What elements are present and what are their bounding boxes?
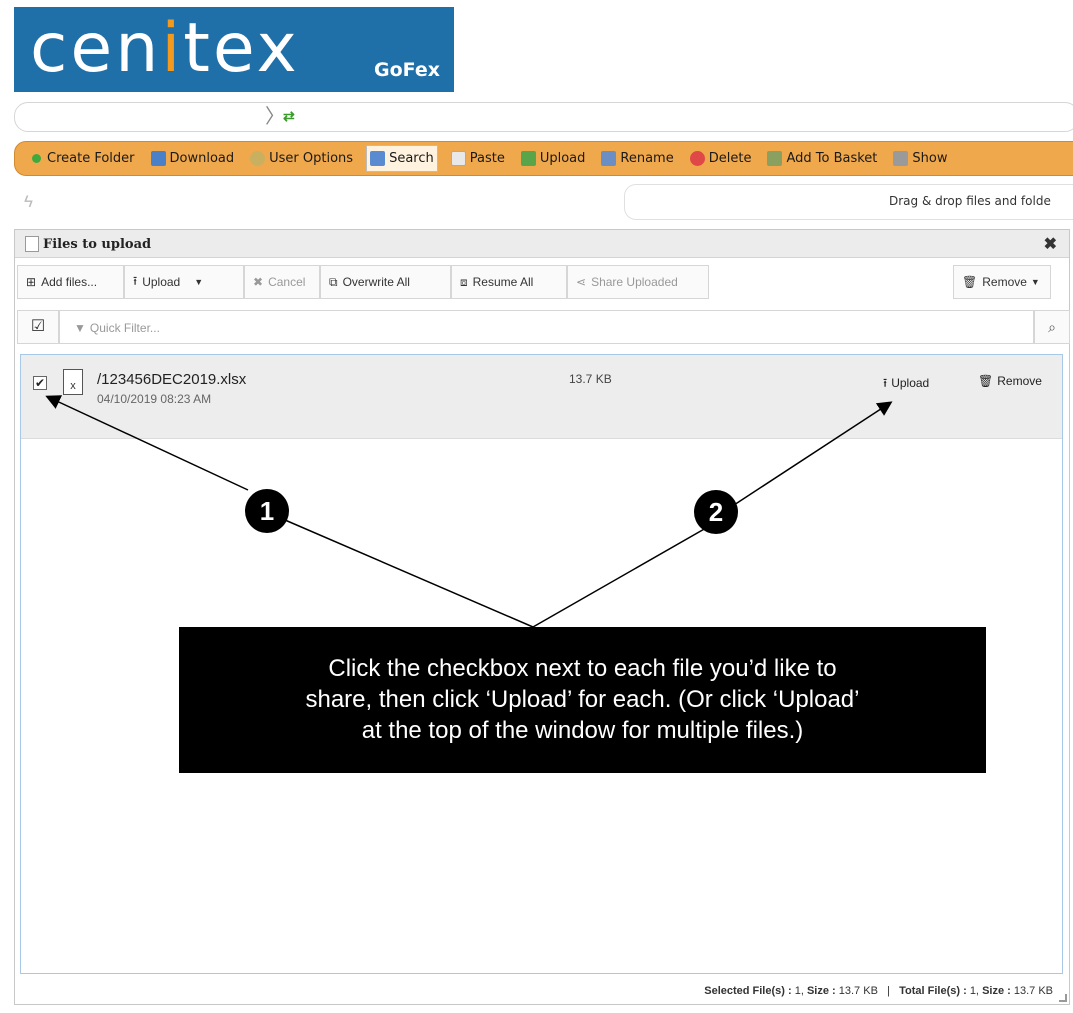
create-folder-icon <box>32 154 41 163</box>
user-options-button[interactable]: User Options <box>247 145 356 172</box>
download-button[interactable]: Download <box>148 145 238 172</box>
show-button[interactable]: Show <box>890 145 950 172</box>
drop-zone[interactable]: Drag & drop files and folde <box>624 184 1073 220</box>
show-icon <box>893 151 909 166</box>
upload-toolbar-button[interactable]: Upload <box>518 145 589 172</box>
share-uploaded-button[interactable]: ⋖ Share Uploaded <box>567 265 709 299</box>
paste-icon <box>450 151 466 166</box>
callout-line: Click the checkbox next to each file you… <box>328 655 837 682</box>
x-icon: ✖ <box>253 275 264 289</box>
search-icon <box>370 151 386 166</box>
callout-line: at the top of the window for multiple fi… <box>361 717 804 744</box>
plus-box-icon: ⊞ <box>26 275 37 289</box>
chevron-down-icon[interactable]: ▼ <box>194 277 203 287</box>
files-to-upload-dialog: Files to upload ✖ ⊞ Add files... ⭱ Upload ▼… <box>14 229 1070 1005</box>
select-all-checkbox[interactable]: ☑ <box>17 310 59 344</box>
cenitex-logo: cenitex GoFex <box>14 7 454 92</box>
upload-arrow-icon: ⭱ <box>883 376 888 390</box>
resume-icon: ⧈ <box>460 274 468 289</box>
file-name: /123456DEC2019.xlsx <box>97 371 247 388</box>
instruction-callout: Click the checkbox next to each file you… <box>179 627 986 773</box>
logo-subtitle: GoFex <box>374 59 440 81</box>
file-upload-button[interactable]: ⭱ Upload <box>883 374 929 395</box>
overwrite-icon: ⧉ <box>329 274 338 289</box>
download-icon <box>150 151 166 166</box>
add-files-button[interactable]: ⊞ Add files... <box>17 265 124 299</box>
overwrite-all-button[interactable]: ⧉ Overwrite All <box>320 265 451 299</box>
user-options-icon <box>250 151 266 166</box>
add-to-basket-button[interactable]: Add To Basket <box>764 145 880 172</box>
filter-icon: ▼ <box>74 321 86 335</box>
upload-arrow-icon: ⭱ <box>133 273 138 288</box>
trash-icon: 🗑 <box>962 275 978 289</box>
search-icon[interactable]: ⌕ <box>1034 310 1070 344</box>
quick-filter-input[interactable]: ▼ Quick Filter... <box>59 310 1034 344</box>
delete-icon <box>689 151 705 166</box>
basket-icon <box>767 151 783 166</box>
dialog-header: Files to upload ✖ <box>15 230 1069 258</box>
logo-wordmark: cenitex <box>30 9 300 88</box>
callout-line: share, then click ‘Upload’ for each. (Or… <box>305 686 860 713</box>
upload-icon <box>520 151 536 166</box>
trash-icon: 🗑 <box>978 374 994 388</box>
file-row[interactable]: ✔ x /123456DEC2019.xlsx 04/10/2019 08:23… <box>21 355 1062 439</box>
create-folder-button[interactable]: Create Folder <box>29 145 138 172</box>
path-bar[interactable]: 〉 ⇄ <box>14 102 1073 132</box>
paste-button[interactable]: Paste <box>448 145 508 172</box>
upload-all-button[interactable]: ⭱ Upload ▼ <box>124 265 244 299</box>
close-icon[interactable]: ✖ <box>1044 234 1057 254</box>
file-checkbox[interactable]: ✔ <box>33 376 47 390</box>
chevron-down-icon: ▼ <box>1030 277 1040 287</box>
rename-icon <box>601 151 617 166</box>
action-row: ϟ Drag & drop files and folde <box>14 182 1073 222</box>
file-size: 13.7 KB <box>569 372 612 386</box>
resume-all-button[interactable]: ⧈ Resume All <box>451 265 567 299</box>
file-date: 04/10/2019 08:23 AM <box>97 392 212 406</box>
delete-button[interactable]: Delete <box>687 145 755 172</box>
main-toolbar: Create Folder Download User Options Sear… <box>14 141 1073 176</box>
share-icon: ⋖ <box>576 275 587 289</box>
cancel-button[interactable]: ✖ Cancel <box>244 265 320 299</box>
file-icon <box>25 236 39 252</box>
breadcrumb-separator-icon: 〉 <box>265 106 285 128</box>
excel-file-icon: x <box>63 369 83 395</box>
filter-bar: ☑ ▼ Quick Filter... ⌕ <box>15 308 1071 346</box>
rename-button[interactable]: Rename <box>598 145 676 172</box>
resize-grip-icon[interactable] <box>1059 994 1067 1002</box>
file-remove-button[interactable]: 🗑 Remove <box>978 374 1042 388</box>
dialog-button-bar: ⊞ Add files... ⭱ Upload ▼ ✖ Cancel ⧉ Overwrit… <box>15 265 1071 299</box>
search-button[interactable]: Search <box>366 145 438 172</box>
remove-all-button[interactable]: 🗑 Remove ▼ <box>953 265 1051 299</box>
refresh-icon[interactable]: ⇄ <box>283 108 295 125</box>
lightning-icon: ϟ <box>24 192 33 211</box>
status-bar: Selected File(s) : 1, Size : 13.7 KB | T… <box>704 985 1053 997</box>
dialog-title: Files to upload <box>43 237 152 252</box>
